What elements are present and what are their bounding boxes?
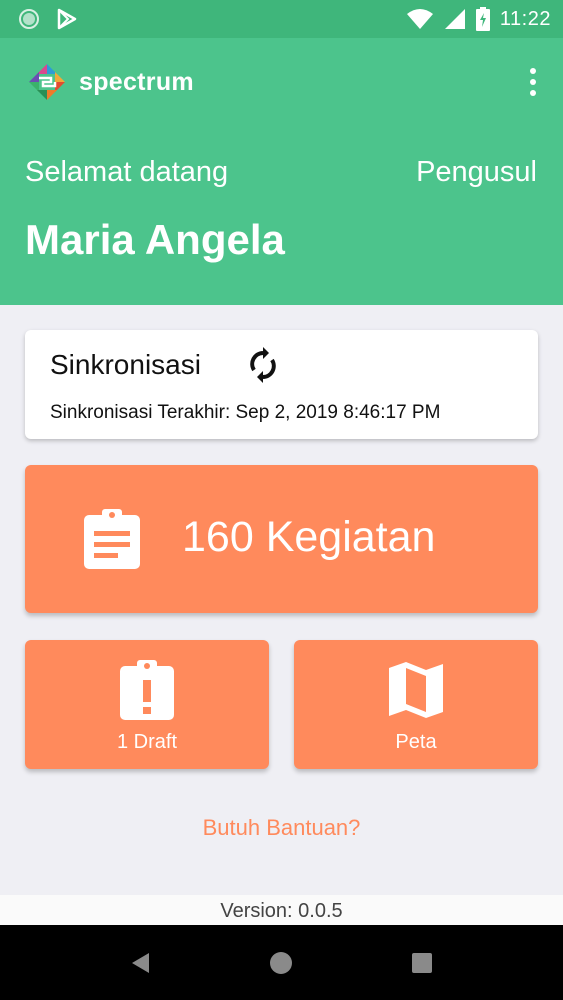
play-store-icon: [57, 8, 77, 30]
map-button[interactable]: Peta: [294, 640, 538, 769]
clipboard-alert-icon: [120, 660, 174, 720]
sync-icon[interactable]: [247, 347, 279, 383]
status-left-icons: [18, 8, 78, 30]
toolbar: spectrum: [26, 60, 543, 104]
activities-label: 160 Kegiatan: [182, 513, 436, 561]
user-role: Pengusul: [416, 156, 537, 188]
version-text: Version: 0.0.5: [0, 895, 563, 925]
overflow-menu-icon[interactable]: [523, 66, 543, 98]
help-link[interactable]: Butuh Bantuan?: [0, 815, 563, 841]
activities-button[interactable]: 160 Kegiatan: [25, 465, 538, 613]
wifi-icon: [406, 9, 433, 29]
status-bar: 11:22: [0, 0, 563, 38]
status-right-icons: 11:22: [406, 7, 551, 31]
clock: 11:22: [499, 7, 551, 30]
last-sync-text: Sinkronisasi Terakhir: Sep 2, 2019 8:46:…: [50, 402, 441, 423]
battery-charging-icon: [475, 7, 490, 31]
app-header: spectrum Selamat datang Pengusul Maria A…: [0, 38, 563, 305]
sync-title: Sinkronisasi: [50, 349, 201, 380]
spectrum-logo-icon: [29, 64, 65, 100]
sync-card: Sinkronisasi Sinkronisasi Terakhir: Sep …: [25, 330, 538, 439]
recents-icon[interactable]: [408, 949, 436, 977]
navigation-bar: [0, 925, 563, 1000]
back-icon[interactable]: [127, 949, 155, 977]
draft-label: 1 Draft: [116, 731, 178, 753]
circle-notification-icon: [19, 9, 39, 29]
signal-icon: [444, 9, 465, 29]
clipboard-list-icon: [84, 509, 140, 569]
user-name: Maria Angela: [25, 216, 285, 263]
draft-button[interactable]: 1 Draft: [25, 640, 269, 769]
map-icon: [389, 662, 443, 718]
welcome-text: Selamat datang: [25, 156, 229, 188]
app-name: spectrum: [79, 67, 194, 96]
home-icon[interactable]: [267, 949, 295, 977]
map-label: Peta: [395, 731, 437, 753]
